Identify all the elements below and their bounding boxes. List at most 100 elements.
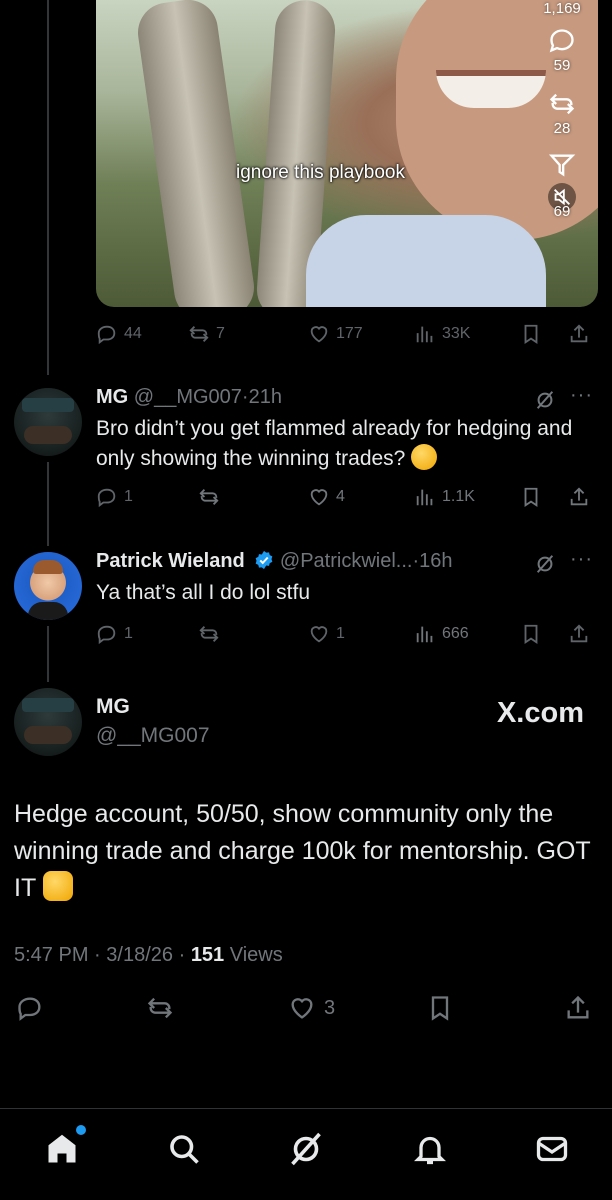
reply-button[interactable]: 44 — [96, 321, 142, 347]
bottom-nav — [0, 1108, 612, 1200]
share-icon — [570, 324, 588, 343]
like-count: 177 — [336, 325, 363, 342]
tweet-text-content: Bro didn’t you get flammed already for h… — [96, 417, 573, 470]
tweet-time[interactable]: 21h — [249, 386, 282, 408]
views-button[interactable]: 1.1K — [414, 484, 475, 510]
tweet-time[interactable]: 5:47 PM — [14, 944, 88, 966]
bookmark-button[interactable] — [520, 484, 542, 510]
repost-button[interactable] — [198, 484, 220, 510]
grok-icon[interactable] — [534, 389, 556, 411]
share-icon[interactable] — [548, 151, 576, 179]
video-views-count: 1,169 — [543, 0, 581, 17]
reply-icon — [18, 997, 41, 1021]
bookmark-button[interactable] — [426, 994, 454, 1022]
share-button[interactable] — [564, 994, 592, 1022]
heart-icon — [310, 326, 328, 343]
tweet-time[interactable]: 16h — [419, 550, 452, 572]
repost-icon[interactable] — [548, 90, 576, 118]
like-button[interactable]: 3 — [288, 994, 335, 1022]
views-label: Views — [229, 944, 283, 966]
reply-button[interactable]: 1 — [96, 621, 133, 647]
like-button[interactable]: 177 — [308, 321, 363, 347]
share-button[interactable] — [568, 321, 590, 347]
bookmark-icon — [431, 996, 449, 1021]
tweet-text: Ya that’s all I do lol stfu — [96, 581, 311, 604]
more-options-icon[interactable]: ··· — [570, 548, 593, 571]
video-action-rail: 1,169 59 28 69 — [540, 0, 584, 220]
heart-icon — [310, 489, 328, 506]
more-options-icon[interactable]: ··· — [570, 384, 593, 407]
nav-home[interactable] — [44, 1125, 86, 1167]
tweet-text-content: Hedge account, 50/50, show community onl… — [14, 800, 591, 902]
verified-badge-icon — [255, 550, 273, 570]
nav-grok[interactable] — [288, 1131, 324, 1167]
video-shirt — [306, 215, 546, 307]
separator: · — [178, 944, 186, 966]
notification-dot — [76, 1125, 86, 1135]
author-handle[interactable]: @__MG007 — [96, 724, 210, 748]
repost-icon — [189, 326, 209, 342]
share-button[interactable] — [568, 621, 590, 647]
search-icon — [170, 1135, 199, 1164]
views-button[interactable]: 33K — [414, 321, 470, 347]
views-count: 33K — [442, 325, 471, 342]
grok-icon[interactable] — [534, 553, 556, 575]
tweet-actions: 1 1 666 — [96, 621, 596, 647]
repost-button[interactable]: 7 — [188, 321, 225, 347]
author-handle[interactable]: @Patrickwiel... — [280, 550, 413, 572]
tweet-header: MG @__MG007·21h — [96, 386, 282, 409]
avatar[interactable] — [14, 552, 82, 620]
bookmark-icon — [524, 624, 538, 644]
reply-icon[interactable] — [548, 27, 576, 55]
share-icon — [567, 995, 589, 1019]
repost-button[interactable] — [146, 994, 174, 1022]
bookmark-icon — [524, 487, 538, 507]
video-player[interactable]: ignore this playbook 1,169 59 28 69 — [96, 0, 598, 307]
share-icon — [570, 624, 588, 643]
nav-search[interactable] — [166, 1131, 202, 1167]
views-icon — [416, 626, 433, 643]
bookmark-button[interactable] — [520, 621, 542, 647]
bell-icon — [414, 1136, 446, 1165]
video-replies-count: 59 — [553, 57, 571, 74]
avatar[interactable] — [14, 688, 82, 756]
reply-icon — [97, 625, 116, 645]
bookmark-button[interactable] — [520, 321, 542, 347]
tweet-header: Patrick Wieland @Patrickwiel...·16h — [96, 550, 453, 573]
tweet-meta: 5:47 PM · 3/18/26 · 151 Views — [14, 944, 283, 967]
author-name[interactable]: Patrick Wieland — [96, 550, 245, 572]
share-button[interactable] — [568, 484, 590, 510]
like-button[interactable]: 4 — [308, 484, 345, 510]
reply-icon — [97, 325, 116, 345]
repost-icon — [147, 997, 173, 1019]
thumbs-up-emoji-icon — [42, 871, 73, 901]
author-name[interactable]: MG — [96, 386, 128, 408]
repost-icon — [199, 489, 219, 505]
views-button[interactable]: 666 — [414, 621, 469, 647]
repost-count: 7 — [216, 325, 225, 342]
nav-messages[interactable] — [534, 1131, 570, 1167]
video-reposts-count: 28 — [553, 120, 571, 137]
author-handle[interactable]: @__MG007 — [134, 386, 242, 408]
reply-count: 44 — [124, 325, 142, 342]
video-tree — [134, 0, 258, 307]
tweet-text: Hedge account, 50/50, show community onl… — [14, 796, 594, 907]
share-icon — [570, 487, 588, 506]
reply-button[interactable] — [16, 994, 44, 1022]
separator: · — [94, 944, 101, 966]
avatar[interactable] — [14, 388, 82, 456]
grok-icon — [291, 1132, 321, 1166]
views-count: 151 — [190, 944, 225, 966]
heart-icon — [291, 998, 313, 1019]
video-shares-count: 69 — [553, 203, 571, 220]
repost-button[interactable] — [198, 621, 220, 647]
views-count: 666 — [442, 625, 469, 642]
tweet-date[interactable]: 3/18/26 — [106, 944, 173, 966]
thread-line — [47, 626, 49, 682]
mail-icon — [536, 1136, 568, 1162]
like-button[interactable]: 1 — [308, 621, 345, 647]
like-count: 4 — [336, 488, 345, 505]
nav-notifications[interactable] — [412, 1131, 448, 1167]
author-name[interactable]: MG — [96, 695, 130, 719]
reply-button[interactable]: 1 — [96, 484, 133, 510]
